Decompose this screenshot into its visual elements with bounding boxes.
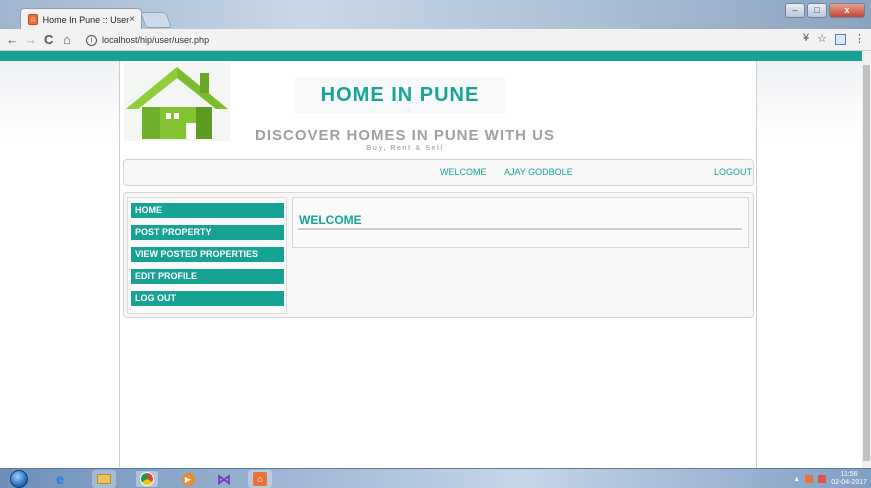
- page-viewport: HOME IN PUNE DISCOVER HOMES IN PUNE WITH…: [0, 51, 871, 468]
- star-icon[interactable]: ☆: [817, 32, 827, 45]
- welcome-label: WELCOME: [440, 167, 487, 177]
- favicon-icon: ⌂: [28, 14, 38, 25]
- heading-divider: [298, 228, 742, 230]
- extension-icon[interactable]: ¥: [803, 32, 809, 45]
- left-background: [0, 61, 119, 468]
- logout-link[interactable]: LOGOUT: [714, 167, 752, 177]
- main-panel: WELCOME: [292, 197, 749, 248]
- info-icon[interactable]: i: [86, 34, 97, 46]
- network-icon[interactable]: [805, 475, 814, 483]
- forward-icon[interactable]: →: [24, 32, 37, 48]
- url-text: localhost/hip/user/user.php: [102, 35, 210, 45]
- media-player-icon[interactable]: ▶: [176, 470, 200, 488]
- user-bar: WELCOME AJAY GODBOLE LOGOUT: [123, 159, 754, 186]
- menu-item-log-out[interactable]: LOG OUT: [131, 291, 284, 306]
- scrollbar-thumb[interactable]: [863, 65, 870, 461]
- cast-icon[interactable]: [835, 34, 846, 45]
- home-icon[interactable]: ⌂: [63, 32, 71, 48]
- vs-icon[interactable]: ⋈: [212, 470, 236, 488]
- menu-item-edit-profile[interactable]: EDIT PROFILE: [131, 269, 284, 284]
- taskbar: e ▶ ⋈ ⌂ ▲ 11:56 02-04-2017: [0, 468, 871, 488]
- window-controls: – □ x: [785, 3, 865, 18]
- side-menu: HOME POST PROPERTY VIEW POSTED PROPERTIE…: [127, 197, 287, 314]
- tab-close-icon[interactable]: ×: [129, 14, 135, 25]
- chrome-icon[interactable]: [135, 470, 159, 488]
- xampp-icon[interactable]: ⌂: [248, 470, 272, 488]
- start-orb-icon[interactable]: [10, 470, 28, 488]
- site-title: HOME IN PUNE: [295, 77, 505, 113]
- close-window-button[interactable]: x: [829, 3, 865, 18]
- tab-title: Home In Pune :: User: [42, 14, 130, 25]
- reload-icon[interactable]: C: [44, 32, 53, 48]
- minimize-button[interactable]: –: [785, 3, 805, 18]
- house-logo-icon: [124, 63, 230, 141]
- page-scrollbar[interactable]: [862, 51, 871, 468]
- address-bar[interactable]: i localhost/hip/user/user.php: [86, 32, 808, 48]
- ie-icon[interactable]: e: [48, 470, 72, 488]
- tray-arrow-icon[interactable]: ▲: [793, 476, 800, 483]
- menu-item-post-property[interactable]: POST PROPERTY: [131, 225, 284, 240]
- site-tagline: DISCOVER HOMES IN PUNE WITH US: [254, 127, 556, 144]
- system-tray: ▲ 11:56 02-04-2017: [793, 471, 867, 487]
- new-tab-button[interactable]: [140, 12, 172, 28]
- browser-tab[interactable]: ⌂ Home In Pune :: User ×: [20, 8, 142, 30]
- content-area: HOME POST PROPERTY VIEW POSTED PROPERTIE…: [123, 192, 754, 318]
- folder-icon[interactable]: [92, 470, 116, 488]
- site-subline: Buy, Rent & Sell: [366, 145, 444, 152]
- user-name: AJAY GODBOLE: [504, 167, 573, 177]
- maximize-button[interactable]: □: [807, 3, 827, 18]
- menu-item-home[interactable]: HOME: [131, 203, 284, 218]
- welcome-heading: WELCOME: [299, 213, 362, 227]
- clock[interactable]: 11:56 02-04-2017: [831, 471, 867, 487]
- clock-time: 11:56: [840, 471, 858, 478]
- clock-date: 02-04-2017: [831, 479, 867, 486]
- top-accent-bar: [0, 51, 862, 61]
- page-container: HOME IN PUNE DISCOVER HOMES IN PUNE WITH…: [119, 61, 757, 468]
- menu-icon[interactable]: ⋮: [854, 32, 865, 45]
- toolbar-actions: ¥ ☆ ⋮: [803, 32, 865, 45]
- back-icon[interactable]: ←: [6, 32, 19, 48]
- menu-item-view-posted-properties[interactable]: VIEW POSTED PROPERTIES: [131, 247, 284, 262]
- browser-titlebar: ⌂ Home In Pune :: User × – □ x: [0, 0, 871, 30]
- right-background: [757, 61, 862, 468]
- browser-toolbar: ← → C ⌂ i localhost/hip/user/user.php ¥ …: [0, 29, 871, 51]
- volume-icon[interactable]: [818, 475, 827, 483]
